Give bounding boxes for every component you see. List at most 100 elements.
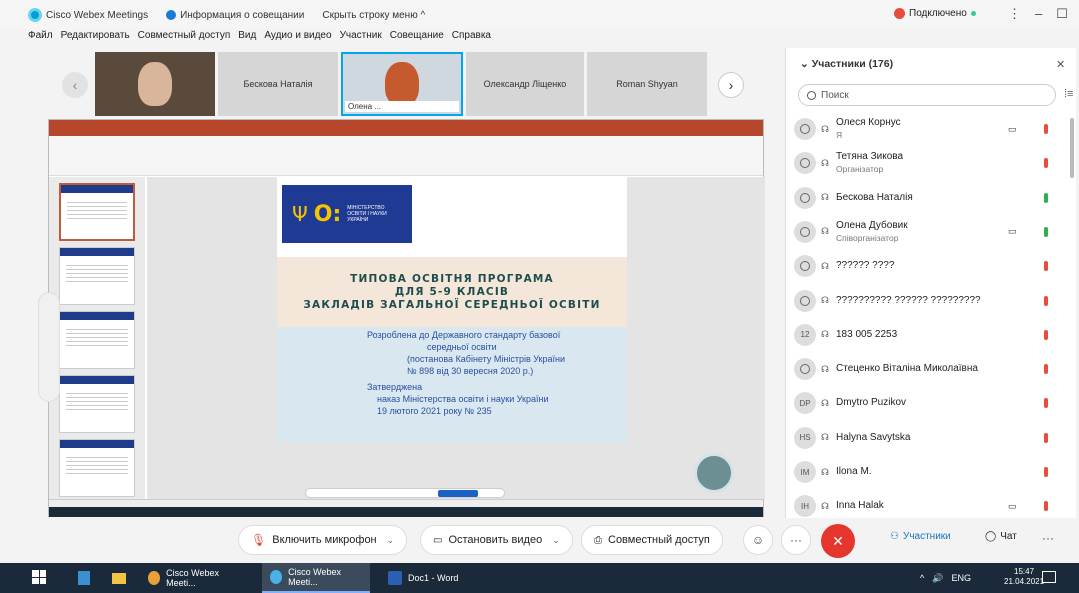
- taskview-icon[interactable]: [70, 563, 98, 593]
- video-tile-2[interactable]: Олена ...: [341, 52, 463, 116]
- more-icon[interactable]: ···: [1042, 531, 1054, 545]
- participant-row[interactable]: ☊ Олеся Корнус Я ▭: [786, 112, 1067, 146]
- reactions-icon[interactable]: ☺: [743, 525, 773, 555]
- taskbar-app-chrome[interactable]: Cisco Webex Meeti...: [140, 563, 248, 593]
- mic-muted-icon[interactable]: [1044, 467, 1048, 477]
- slide-thumb[interactable]: [59, 311, 135, 369]
- mic-muted-icon[interactable]: [1044, 432, 1048, 443]
- maximize-button[interactable]: ☐: [1056, 6, 1068, 22]
- video-tile-3[interactable]: Олександр Ліщенко: [466, 52, 584, 116]
- participant-row[interactable]: HS ☊ Halyna Savytska: [786, 421, 1067, 455]
- participant-row[interactable]: ☊ ?????????? ?????? ?????????: [786, 284, 1067, 318]
- presenter-avatar: [694, 453, 734, 493]
- audio-connection-icon: ☊: [821, 226, 829, 237]
- avatar: IH: [794, 495, 816, 518]
- mic-muted-icon[interactable]: [1044, 158, 1048, 169]
- mic-muted-icon[interactable]: [1044, 261, 1048, 272]
- stop-sharing-button[interactable]: [438, 489, 478, 497]
- mic-muted-icon[interactable]: [1044, 501, 1048, 512]
- participants-button[interactable]: ⚇ Участники: [890, 531, 951, 542]
- avatar: [794, 186, 816, 209]
- participant-row[interactable]: 12 ☊ 183 005 2253: [786, 318, 1067, 352]
- explorer-icon[interactable]: [104, 563, 134, 593]
- scrollbar[interactable]: [1070, 118, 1074, 178]
- chat-button[interactable]: ◯ Чат: [985, 531, 1017, 542]
- mic-muted-icon[interactable]: [1044, 364, 1048, 375]
- connection-status[interactable]: Подключено: [894, 8, 976, 19]
- participant-row[interactable]: ☊ Стеценко Віталіна Миколаївна: [786, 352, 1067, 386]
- connection-label: Подключено: [909, 8, 967, 19]
- unmute-button[interactable]: 🎙 Включить микрофон ⌄: [238, 525, 408, 555]
- mic-on-icon[interactable]: [1044, 192, 1048, 203]
- notifications-icon[interactable]: [1042, 571, 1056, 583]
- chat-label: Чат: [1000, 531, 1017, 542]
- mic-muted-icon[interactable]: [1044, 124, 1048, 134]
- menu-share[interactable]: Совместный доступ: [138, 30, 231, 48]
- participant-row[interactable]: IM ☊ Ilona M.: [786, 455, 1067, 489]
- participant-row[interactable]: ☊ Бескова Наталія: [786, 181, 1067, 215]
- participant-name: Тетяна Зикова: [836, 151, 904, 163]
- shared-screen[interactable]: Ψ O: Міністерство освіти і науки України…: [48, 119, 765, 517]
- participant-role: Я: [836, 130, 843, 140]
- hide-menu-button[interactable]: Скрыть строку меню ^: [322, 10, 425, 21]
- participant-name: Стеценко Віталіна Миколаївна: [836, 363, 978, 375]
- audio-connection-icon: ☊: [821, 157, 829, 168]
- chat-icon: ◯: [985, 531, 997, 542]
- prev-arrow-icon[interactable]: ‹: [62, 72, 88, 98]
- slide-text: наказ Міністерства освіти і науки Україн…: [377, 394, 549, 404]
- menu-meeting[interactable]: Совещание: [390, 30, 444, 48]
- mic-muted-icon[interactable]: [1044, 295, 1048, 306]
- zoom-controls[interactable]: [38, 292, 60, 402]
- slide-thumb[interactable]: [59, 375, 135, 433]
- more-options-icon[interactable]: ···: [781, 525, 811, 555]
- stop-video-button[interactable]: ▭ Остановить видео ⌄: [420, 525, 573, 555]
- participant-info: Ilona M.: [836, 466, 872, 478]
- language-indicator[interactable]: ENG: [951, 573, 971, 583]
- avatar: [794, 358, 816, 381]
- menu-audio-video[interactable]: Аудио и видео: [264, 30, 331, 48]
- menu-participant[interactable]: Участник: [340, 30, 382, 48]
- person-icon: ⚇: [890, 531, 899, 542]
- windows-start-icon[interactable]: [32, 570, 46, 584]
- slide-thumb[interactable]: [59, 439, 135, 497]
- end-call-button[interactable]: ✕: [821, 524, 855, 558]
- taskbar-app-webex[interactable]: Cisco Webex Meeti...: [262, 563, 370, 593]
- volume-icon[interactable]: 🔊: [932, 573, 943, 584]
- clock[interactable]: 15:47 21.04.2021: [1004, 567, 1044, 587]
- minimize-button[interactable]: –: [1035, 6, 1042, 22]
- participant-row[interactable]: DP ☊ Dmytro Puzikov: [786, 386, 1067, 420]
- chevron-down-icon[interactable]: ⌄: [387, 535, 395, 546]
- video-tile-1[interactable]: Бескова Наталія: [218, 52, 338, 116]
- mic-muted-icon[interactable]: [1044, 398, 1048, 409]
- participant-info: ?????? ????: [836, 260, 894, 272]
- participant-row[interactable]: ☊ ?????? ????: [786, 249, 1067, 283]
- tray-expand-icon[interactable]: ^: [920, 573, 924, 583]
- menu-file[interactable]: Файл: [28, 30, 53, 48]
- share-button[interactable]: ⎙ Совместный доступ: [581, 525, 723, 555]
- video-tile-self[interactable]: [95, 52, 215, 116]
- close-icon[interactable]: ✕: [1056, 58, 1065, 71]
- participants-header[interactable]: ⌄ Участники (176): [800, 58, 893, 70]
- logo-text: Міністерство освіти і науки України: [347, 205, 387, 223]
- participant-row[interactable]: ☊ Олена Дубовик Співорганізатор ▭: [786, 215, 1067, 249]
- slide-thumb[interactable]: [59, 247, 135, 305]
- video-tile-4[interactable]: Roman Shyyan: [587, 52, 707, 116]
- more-icon[interactable]: ⋮: [1008, 6, 1021, 22]
- menu-edit[interactable]: Редактировать: [61, 30, 130, 48]
- taskbar-app-word[interactable]: Doc1 - Word: [380, 563, 480, 593]
- sort-icon[interactable]: ⁞≡: [1064, 88, 1073, 100]
- slide-text: 19 лютого 2021 року № 235: [377, 406, 492, 416]
- participant-row[interactable]: ☊ Тетяна Зикова Організатор: [786, 146, 1067, 180]
- slide-thumb[interactable]: [59, 183, 135, 241]
- chevron-down-icon[interactable]: ⌄: [552, 535, 560, 546]
- camera-icon: ▭: [1008, 123, 1017, 134]
- mic-muted-icon[interactable]: [1044, 329, 1048, 340]
- menu-help[interactable]: Справка: [452, 30, 491, 48]
- menu-view[interactable]: Вид: [238, 30, 256, 48]
- stop-video-label: Остановить видео: [448, 534, 543, 546]
- meeting-info-button[interactable]: Информация о совещании: [166, 10, 304, 21]
- mic-on-icon[interactable]: [1044, 226, 1048, 237]
- search-input[interactable]: Поиск: [798, 84, 1056, 106]
- participants-panel: ⌄ Участники (176) ✕ Поиск ⁞≡ ☊ Олеся Корн…: [785, 48, 1076, 518]
- next-arrow-icon[interactable]: ›: [718, 72, 744, 98]
